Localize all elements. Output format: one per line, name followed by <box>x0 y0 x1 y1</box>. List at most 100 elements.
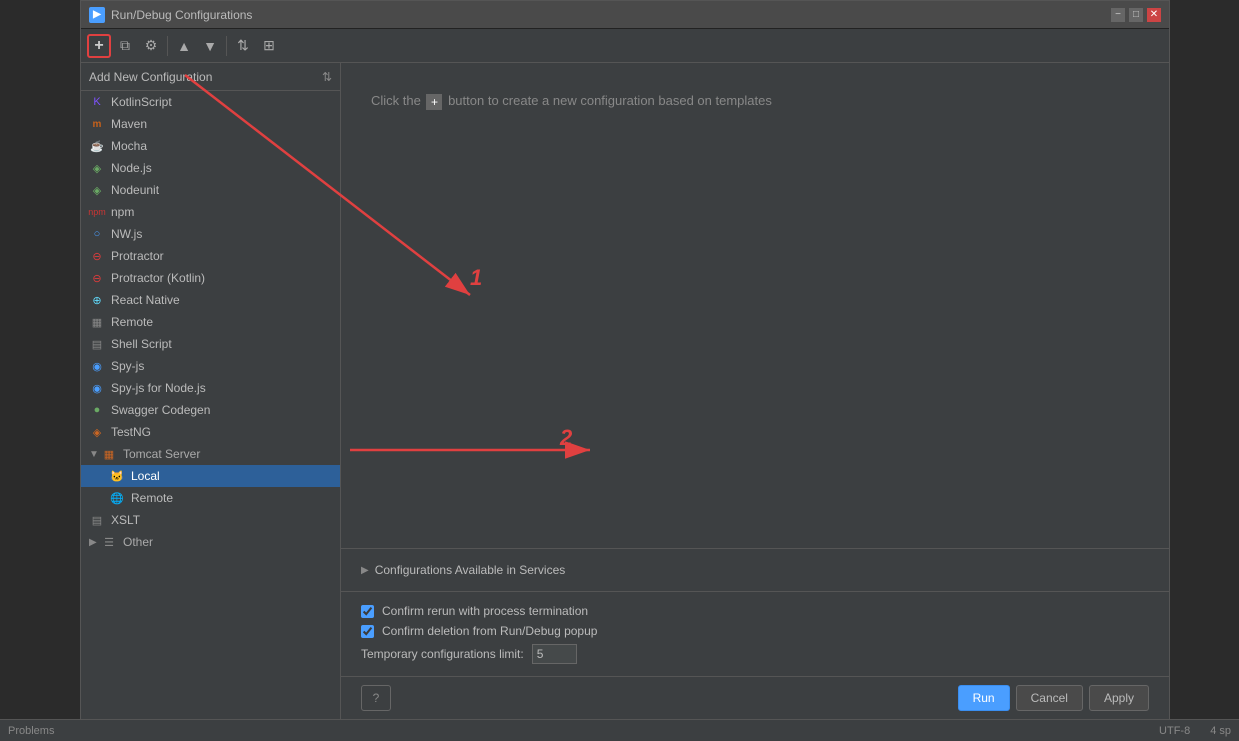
item-label: Local <box>131 469 160 483</box>
nw-icon: ○ <box>89 226 105 242</box>
item-label: KotlinScript <box>111 95 172 109</box>
protractor-kotlin-icon: ⊖ <box>89 270 105 286</box>
settings-button[interactable]: ⚙ <box>139 34 163 58</box>
right-panel: Click the + button to create a new confi… <box>341 63 1169 719</box>
temp-limit-input[interactable] <box>532 644 577 664</box>
cancel-button[interactable]: Cancel <box>1016 685 1083 711</box>
spy-js-icon: ◉ <box>89 358 105 374</box>
filter-button[interactable]: ⊞ <box>257 34 281 58</box>
shell-icon: ▤ <box>89 336 105 352</box>
tomcat-remote-item[interactable]: 🌐 Remote <box>81 487 340 509</box>
list-item[interactable]: ◈ Nodeunit <box>81 179 340 201</box>
config-list[interactable]: K KotlinScript m Maven ☕ Mocha ◈ Node.js… <box>81 91 340 719</box>
maximize-button[interactable]: □ <box>1129 8 1143 22</box>
item-label: Spy-js for Node.js <box>111 381 206 395</box>
confirm-rerun-checkbox[interactable] <box>361 605 374 618</box>
item-label: XSLT <box>111 513 140 527</box>
list-item[interactable]: ⊕ React Native <box>81 289 340 311</box>
config-header: Add New Configuration ⇅ <box>81 63 340 91</box>
move-down-button[interactable]: ▼ <box>198 34 222 58</box>
list-item[interactable]: ▦ Remote <box>81 311 340 333</box>
item-label: TestNG <box>111 425 151 439</box>
list-item[interactable]: K KotlinScript <box>81 91 340 113</box>
run-button[interactable]: Run <box>958 685 1010 711</box>
list-item[interactable]: ☕ Mocha <box>81 135 340 157</box>
swagger-icon: ● <box>89 402 105 418</box>
dialog-icon: ▶ <box>89 7 105 23</box>
nodeunit-icon: ◈ <box>89 182 105 198</box>
button-row: ? Run Cancel Apply <box>341 676 1169 719</box>
npm-icon: npm <box>89 204 105 220</box>
item-label: Protractor <box>111 249 164 263</box>
list-item[interactable]: ▤ Shell Script <box>81 333 340 355</box>
minimize-button[interactable]: − <box>1111 8 1125 22</box>
tomcat-icon: ▦ <box>101 446 117 462</box>
expand-arrow-icon: ▼ <box>89 449 99 460</box>
encoding-indicator: UTF-8 <box>1159 725 1190 737</box>
sort-button[interactable]: ⇅ <box>231 34 255 58</box>
main-content-area: Click the + button to create a new confi… <box>341 63 1169 548</box>
apply-button[interactable]: Apply <box>1089 685 1149 711</box>
toolbar: + ⧉ ⚙ ▲ ▼ ⇅ ⊞ <box>81 29 1169 63</box>
other-icon: ☰ <box>101 534 117 550</box>
item-label: Other <box>123 535 153 549</box>
tomcat-local-item[interactable]: 🐱 Local <box>81 465 340 487</box>
list-item[interactable]: ⊖ Protractor <box>81 245 340 267</box>
list-item[interactable]: ● Swagger Codegen <box>81 399 340 421</box>
list-item[interactable]: ▤ XSLT <box>81 509 340 531</box>
confirm-rerun-row: Confirm rerun with process termination <box>361 604 1149 618</box>
dialog-title: Run/Debug Configurations <box>111 8 252 22</box>
services-section: ▶ Configurations Available in Services <box>341 548 1169 591</box>
services-arrow-icon: ▶ <box>361 565 369 576</box>
move-up-button[interactable]: ▲ <box>172 34 196 58</box>
temp-limit-row: Temporary configurations limit: <box>361 644 1149 664</box>
react-native-icon: ⊕ <box>89 292 105 308</box>
item-label: Swagger Codegen <box>111 403 210 417</box>
status-bar: Problems UTF-8 4 sp <box>0 719 1239 741</box>
item-label: Maven <box>111 117 147 131</box>
expand-collapsed-icon: ▶ <box>89 537 99 548</box>
title-bar: ▶ Run/Debug Configurations − □ ✕ <box>81 1 1169 29</box>
list-item[interactable]: m Maven <box>81 113 340 135</box>
item-label: Remote <box>111 315 153 329</box>
item-label: Protractor (Kotlin) <box>111 271 205 285</box>
copy-config-button[interactable]: ⧉ <box>113 34 137 58</box>
close-button[interactable]: ✕ <box>1147 8 1161 22</box>
sort-configs-button[interactable]: ⇅ <box>322 70 332 84</box>
item-label: Tomcat Server <box>123 447 200 461</box>
list-item[interactable]: ◉ Spy-js for Node.js <box>81 377 340 399</box>
tomcat-local-icon: 🐱 <box>109 468 125 484</box>
temp-limit-label: Temporary configurations limit: <box>361 647 524 661</box>
problems-tab[interactable]: Problems <box>8 725 54 737</box>
item-label: NW.js <box>111 227 142 241</box>
item-label: Mocha <box>111 139 147 153</box>
tomcat-remote-icon: 🌐 <box>109 490 125 506</box>
list-item[interactable]: ◈ TestNG <box>81 421 340 443</box>
help-button[interactable]: ? <box>361 685 391 711</box>
tomcat-server-group[interactable]: ▼ ▦ Tomcat Server <box>81 443 340 465</box>
services-label: Configurations Available in Services <box>375 563 566 577</box>
spy-js-node-icon: ◉ <box>89 380 105 396</box>
add-config-button[interactable]: + <box>87 34 111 58</box>
kotlin-icon: K <box>89 94 105 110</box>
list-item[interactable]: ⊖ Protractor (Kotlin) <box>81 267 340 289</box>
confirm-delete-checkbox[interactable] <box>361 625 374 638</box>
list-item[interactable]: ◈ Node.js <box>81 157 340 179</box>
services-header[interactable]: ▶ Configurations Available in Services <box>361 559 1149 581</box>
spaces-indicator: 4 sp <box>1210 725 1231 737</box>
list-item[interactable]: npm npm <box>81 201 340 223</box>
other-group[interactable]: ▶ ☰ Other <box>81 531 340 553</box>
list-item[interactable]: ○ NW.js <box>81 223 340 245</box>
content-area: Add New Configuration ⇅ K KotlinScript m… <box>81 63 1169 719</box>
list-item[interactable]: ◉ Spy-js <box>81 355 340 377</box>
item-label: npm <box>111 205 134 219</box>
item-label: Shell Script <box>111 337 172 351</box>
testng-icon: ◈ <box>89 424 105 440</box>
run-debug-dialog: ▶ Run/Debug Configurations − □ ✕ + ⧉ ⚙ ▲… <box>80 0 1170 720</box>
item-label: Remote <box>131 491 173 505</box>
xslt-icon: ▤ <box>89 512 105 528</box>
bottom-section: Confirm rerun with process termination C… <box>341 591 1169 676</box>
mocha-icon: ☕ <box>89 138 105 154</box>
hint-text: Click the + button to create a new confi… <box>371 93 1139 110</box>
node-icon: ◈ <box>89 160 105 176</box>
